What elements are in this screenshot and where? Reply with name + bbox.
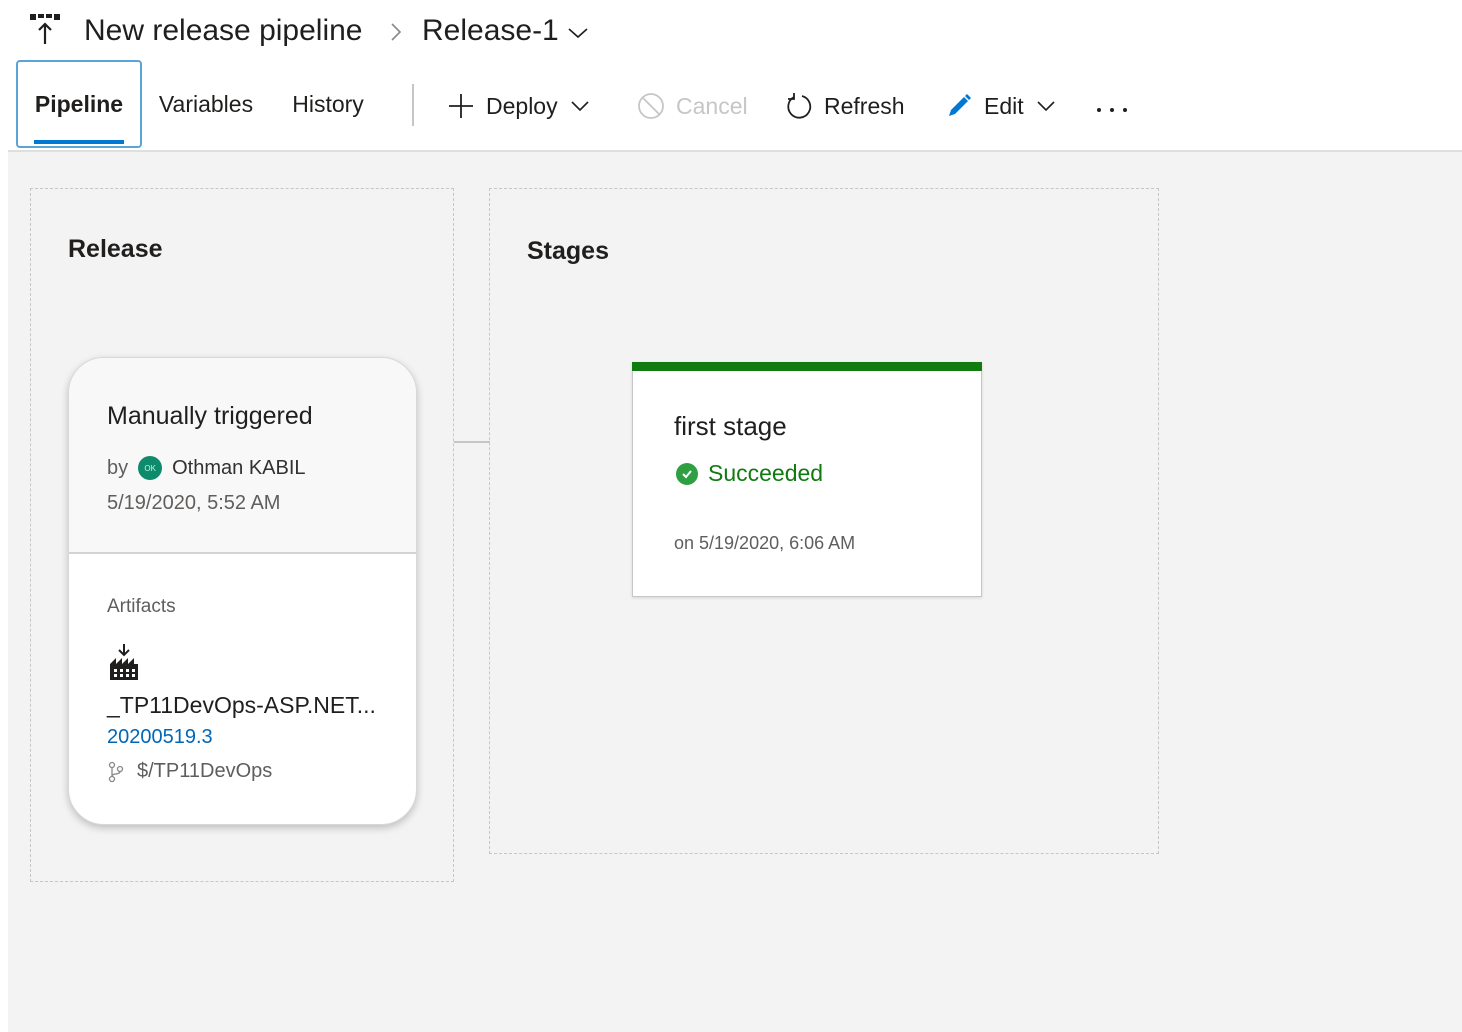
cancel-label: Cancel: [676, 92, 748, 119]
release-zone-title: Release: [68, 235, 163, 263]
edit-button[interactable]: Edit: [944, 84, 1056, 128]
success-check-icon: [676, 462, 698, 485]
refresh-icon: [787, 93, 812, 119]
ellipsis-icon: [1097, 108, 1127, 112]
deploy-button[interactable]: Deploy: [446, 84, 590, 128]
release-card[interactable]: Manually triggered by OK Othman KABIL 5/…: [68, 357, 417, 825]
branch-name: $/TP11DevOps: [137, 760, 273, 782]
cancel-button[interactable]: Cancel: [636, 84, 748, 128]
refresh-button[interactable]: Refresh: [784, 84, 905, 128]
release-date: 5/19/2020, 5:52 AM: [107, 492, 281, 514]
breadcrumb-separator-icon: [391, 23, 402, 41]
plus-icon: [449, 94, 473, 118]
chevron-down-icon: [571, 101, 589, 112]
by-label: by: [107, 456, 129, 479]
deploy-label: Deploy: [486, 92, 558, 119]
stage-name: first stage: [674, 411, 787, 441]
cancel-icon: [638, 93, 664, 119]
breadcrumb-release-name[interactable]: Release-1: [422, 14, 559, 48]
artifacts-label: Artifacts: [107, 596, 176, 617]
refresh-label: Refresh: [824, 92, 905, 119]
artifact-branch: $/TP11DevOps: [107, 760, 272, 783]
build-number-link[interactable]: 20200519.3: [107, 726, 213, 749]
tab-pipeline[interactable]: Pipeline: [16, 60, 142, 148]
edit-label: Edit: [984, 92, 1024, 119]
stage-status-label: Succeeded: [708, 460, 824, 486]
pipeline-connector: [454, 441, 490, 443]
more-actions-button[interactable]: [1094, 84, 1130, 128]
stage-status-bar: [632, 362, 982, 371]
stages-zone-title: Stages: [527, 237, 609, 265]
tab-history-label: History: [292, 90, 364, 117]
tab-variables[interactable]: Variables: [150, 60, 262, 148]
release-chevron-down-icon[interactable]: [567, 26, 589, 40]
page-header: New release pipeline Release-1 Pipeline …: [0, 0, 1462, 152]
build-artifact-icon: [110, 644, 138, 680]
tab-variables-label: Variables: [158, 90, 254, 117]
pencil-icon: [949, 94, 971, 116]
stage-status: Succeeded: [676, 460, 823, 487]
release-pipeline-icon: [30, 14, 60, 44]
toolbar-divider: [412, 84, 414, 126]
artifact-name: _TP11DevOps-ASP.NET...: [107, 692, 376, 718]
avatar: OK: [138, 456, 163, 480]
breadcrumb-pipeline-name[interactable]: New release pipeline: [84, 14, 363, 48]
chevron-down-icon: [1037, 101, 1055, 112]
stage-card[interactable]: first stage Succeeded on 5/19/2020, 6:06…: [632, 362, 982, 597]
pipeline-canvas: Release Stages Manually triggered by OK …: [8, 152, 1462, 1032]
stage-completion-time: on 5/19/2020, 6:06 AM: [674, 533, 856, 553]
tab-pipeline-label: Pipeline: [34, 90, 124, 117]
tab-history[interactable]: History: [280, 60, 376, 148]
branch-icon: [108, 761, 124, 782]
release-trigger-text: Manually triggered: [107, 402, 313, 430]
user-name[interactable]: Othman KABIL: [172, 457, 305, 480]
release-triggered-by: by OK Othman KABIL: [107, 456, 306, 480]
tab-selected-indicator: [34, 140, 124, 144]
